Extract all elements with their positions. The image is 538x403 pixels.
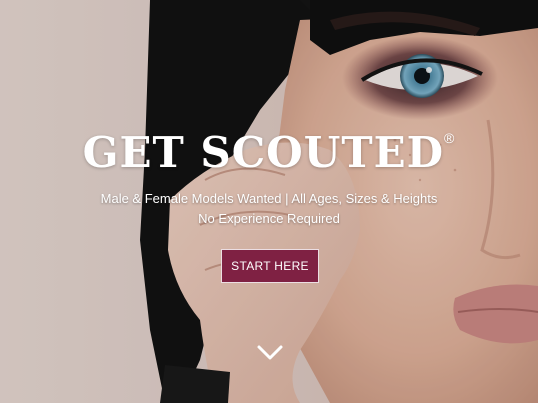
page-title: GET SCOUTED® xyxy=(0,128,538,177)
subtitle-line-1: Male & Female Models Wanted | All Ages, … xyxy=(100,191,438,206)
trademark-symbol: ® xyxy=(444,130,456,146)
chevron-down-icon[interactable] xyxy=(256,344,284,362)
title-text: GET SCOUTED xyxy=(82,128,445,177)
hero-section: GET SCOUTED® Male & Female Models Wanted… xyxy=(0,0,538,403)
subtitle-line-2: No Experience Required xyxy=(198,211,340,226)
start-here-button[interactable]: START HERE xyxy=(221,249,319,283)
